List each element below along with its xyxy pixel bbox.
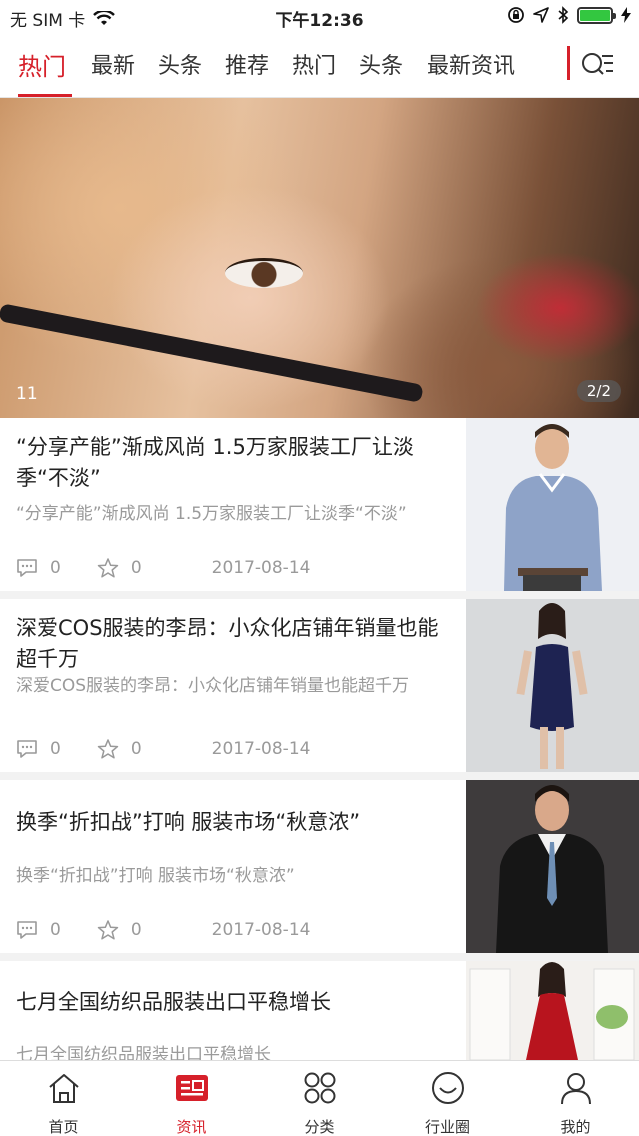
news-title: “分享产能”渐成风尚 1.5万家服装工厂让淡季“不淡” <box>16 435 414 490</box>
news-meta: 0 0 2017-08-14 <box>16 558 310 578</box>
home-icon <box>49 1074 79 1103</box>
star-icon[interactable] <box>97 920 119 940</box>
star-icon[interactable] <box>97 739 119 759</box>
news-date: 2017-08-14 <box>211 920 311 940</box>
tabbar-label: 资讯 <box>176 1118 207 1136</box>
banner-carousel[interactable]: 11 2/2 <box>0 98 639 418</box>
man-in-black-suit-photo <box>466 780 639 953</box>
tab-latest-news[interactable]: 最新资讯 <box>427 48 515 80</box>
status-right <box>507 6 631 24</box>
tab-hot-2[interactable]: 热门 <box>292 48 336 80</box>
tab-headlines-2[interactable]: 头条 <box>359 48 403 80</box>
woman-in-red-gown-photo <box>466 961 639 1060</box>
news-summary: 换季“折扣战”打响 服装市场“秋意浓” <box>16 866 295 886</box>
news-summary: “分享产能”渐成风尚 1.5万家服装工厂让淡季“不淡” <box>16 504 407 524</box>
favorite-count: 0 <box>130 739 142 759</box>
active-tab-indicator <box>18 94 72 97</box>
news-date: 2017-08-14 <box>211 558 311 578</box>
tabbar-industry-circle[interactable]: 行业圈 <box>384 1061 511 1136</box>
comment-icon <box>17 559 37 577</box>
news-item[interactable]: 深爱COS服装的李昂：小众化店铺年销量也能超千万 深爱COS服装的李昂：小众化店… <box>0 599 639 772</box>
news-item[interactable]: “分享产能”渐成风尚 1.5万家服装工厂让淡季“不淡” “分享产能”渐成风尚 1… <box>0 418 639 591</box>
news-summary: 深爱COS服装的李昂：小众化店铺年销量也能超千万 <box>16 676 410 696</box>
tabbar-label: 行业圈 <box>424 1118 470 1136</box>
profile-icon <box>561 1073 591 1105</box>
tabbar-profile[interactable]: 我的 <box>512 1061 639 1136</box>
favorite-count: 0 <box>130 558 142 578</box>
banner-caption: 11 <box>16 384 38 404</box>
battery-level <box>580 9 610 21</box>
news-item[interactable]: 七月全国纺织品服装出口平稳增长 七月全国纺织品服装出口平稳增长 <box>0 961 639 1060</box>
battery-icon <box>577 6 616 24</box>
status-bar: 无 SIM 卡 下午12:36 <box>0 0 639 34</box>
woman-in-navy-dress-photo <box>466 599 639 772</box>
news-meta: 0 0 2017-08-14 <box>16 920 310 940</box>
location-icon <box>533 7 549 23</box>
tabbar-home[interactable]: 首页 <box>0 1061 127 1136</box>
charging-icon <box>621 7 631 23</box>
tab-headlines[interactable]: 头条 <box>158 48 202 80</box>
tabbar-category[interactable]: 分类 <box>256 1061 383 1136</box>
tabs-divider <box>567 46 570 80</box>
search-menu-icon[interactable] <box>580 50 614 80</box>
orientation-lock-icon <box>508 7 524 23</box>
comment-count: 0 <box>50 739 61 759</box>
category-tabs: 热门 最新 头条 推荐 热门 头条 最新资讯 <box>0 34 639 98</box>
comment-count: 0 <box>50 558 61 578</box>
star-icon[interactable] <box>97 558 119 578</box>
category-icon <box>304 1072 336 1104</box>
news-item[interactable]: 换季“折扣战”打响 服装市场“秋意浓” 换季“折扣战”打响 服装市场“秋意浓” … <box>0 780 639 953</box>
comment-icon <box>17 921 37 939</box>
tab-latest[interactable]: 最新 <box>91 48 135 80</box>
tabbar-news[interactable]: 资讯 <box>128 1061 255 1136</box>
tab-recommended[interactable]: 推荐 <box>225 48 269 80</box>
tabbar-label: 首页 <box>48 1118 79 1136</box>
news-title: 七月全国纺织品服装出口平稳增长 <box>16 990 331 1014</box>
tabbar-label: 我的 <box>560 1118 591 1136</box>
man-in-checked-shirt-photo <box>466 418 639 591</box>
circle-icon <box>432 1072 464 1104</box>
favorite-count: 0 <box>130 920 142 940</box>
comment-count: 0 <box>50 920 61 940</box>
news-date: 2017-08-14 <box>211 739 311 759</box>
bottom-tab-bar: 首页 资讯 分类 行业圈 我的 <box>0 1060 639 1136</box>
bluetooth-icon <box>558 6 569 24</box>
news-summary: 七月全国纺织品服装出口平稳增长 <box>16 1045 271 1060</box>
tabbar-label: 分类 <box>304 1118 335 1136</box>
banner-pager: 2/2 <box>576 380 621 402</box>
banner-photo-brush <box>0 303 424 403</box>
news-icon <box>176 1075 208 1101</box>
news-meta: 0 0 2017-08-14 <box>16 739 310 759</box>
tab-hot[interactable]: 热门 <box>18 47 66 82</box>
news-title: 换季“折扣战”打响 服装市场“秋意浓” <box>16 810 361 834</box>
news-title: 深爱COS服装的李昂：小众化店铺年销量也能超千万 <box>16 616 439 671</box>
comment-icon <box>17 740 37 758</box>
banner-photo-eye <box>225 258 303 288</box>
